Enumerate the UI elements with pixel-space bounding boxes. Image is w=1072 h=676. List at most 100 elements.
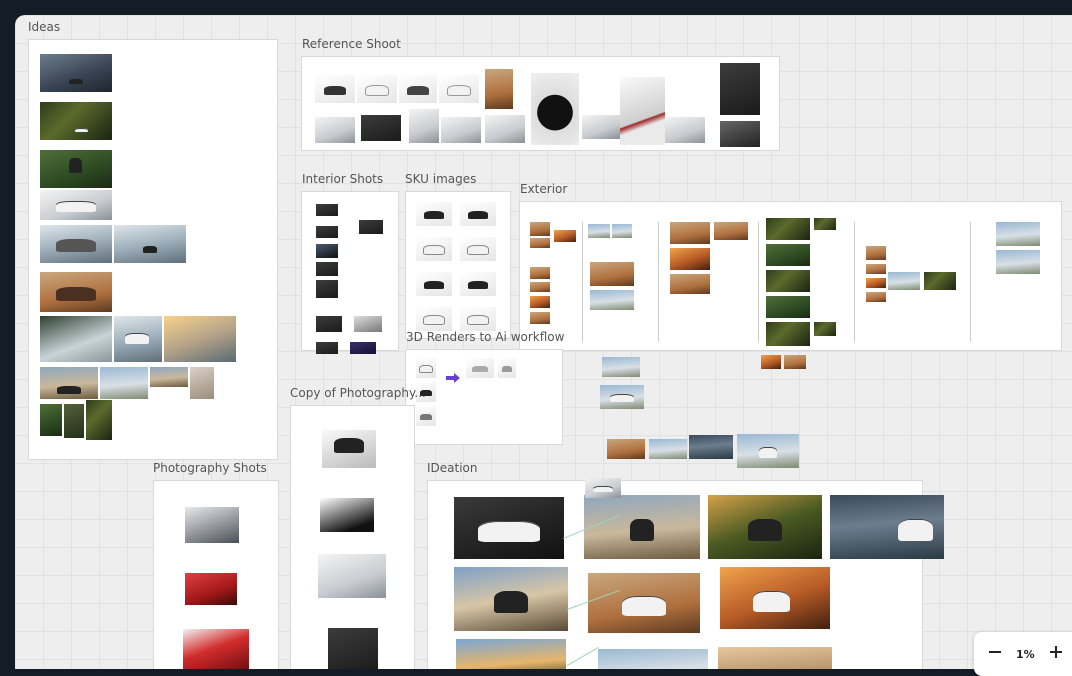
reference-image[interactable] bbox=[720, 63, 760, 115]
exterior-image[interactable] bbox=[866, 278, 886, 288]
sku-image[interactable] bbox=[460, 202, 496, 226]
exterior-image[interactable] bbox=[866, 264, 886, 274]
idea-image[interactable] bbox=[64, 404, 84, 438]
sku-image[interactable] bbox=[460, 237, 496, 261]
reference-image[interactable] bbox=[361, 115, 401, 141]
reference-image[interactable] bbox=[357, 75, 397, 103]
photography-image[interactable] bbox=[328, 628, 378, 669]
ideation-image[interactable] bbox=[708, 495, 822, 559]
interior-image[interactable] bbox=[350, 342, 376, 354]
exterior-image[interactable] bbox=[612, 224, 632, 238]
idea-image[interactable] bbox=[40, 190, 112, 220]
canvas-image[interactable] bbox=[602, 357, 640, 377]
interior-image[interactable] bbox=[316, 316, 342, 332]
exterior-image[interactable] bbox=[766, 322, 810, 346]
exterior-image[interactable] bbox=[996, 222, 1040, 246]
zoom-in-icon[interactable] bbox=[1049, 645, 1063, 663]
render-image[interactable] bbox=[498, 358, 516, 378]
render-image[interactable] bbox=[416, 358, 436, 378]
ideation-image[interactable] bbox=[454, 567, 568, 631]
exterior-image[interactable] bbox=[766, 270, 810, 292]
idea-image[interactable] bbox=[150, 367, 188, 387]
canvas-image[interactable] bbox=[784, 355, 806, 369]
photography-image[interactable] bbox=[318, 554, 386, 598]
interior-image[interactable] bbox=[354, 316, 382, 332]
sku-image[interactable] bbox=[416, 237, 452, 261]
exterior-image[interactable] bbox=[766, 218, 810, 240]
exterior-image[interactable] bbox=[670, 248, 710, 270]
idea-image[interactable] bbox=[86, 400, 112, 440]
ideation-image[interactable] bbox=[718, 647, 832, 669]
interior-image[interactable] bbox=[316, 204, 338, 216]
canvas-image[interactable] bbox=[689, 435, 733, 459]
exterior-image[interactable] bbox=[530, 282, 550, 292]
frame-ideas[interactable] bbox=[28, 39, 278, 460]
frame-title-copy-photography[interactable]: Copy of Photography... bbox=[290, 386, 426, 400]
interior-image[interactable] bbox=[316, 262, 338, 276]
sku-image[interactable] bbox=[460, 307, 496, 331]
idea-image[interactable] bbox=[190, 367, 214, 399]
frame-title-ideation[interactable]: IDeation bbox=[427, 461, 478, 475]
ideation-image[interactable] bbox=[584, 495, 700, 559]
frame-title-sku-images[interactable]: SKU images bbox=[405, 172, 476, 186]
idea-image[interactable] bbox=[40, 225, 112, 263]
exterior-image[interactable] bbox=[714, 222, 748, 240]
reference-image[interactable] bbox=[485, 115, 525, 143]
frame-title-photography-shots[interactable]: Photography Shots bbox=[153, 461, 267, 475]
canvas-image[interactable] bbox=[649, 439, 687, 459]
reference-image[interactable] bbox=[315, 75, 355, 103]
exterior-image[interactable] bbox=[590, 262, 634, 286]
exterior-image[interactable] bbox=[996, 250, 1040, 274]
ideation-image[interactable] bbox=[454, 497, 564, 559]
idea-image[interactable] bbox=[40, 404, 62, 436]
render-image[interactable] bbox=[416, 406, 436, 426]
canvas-image[interactable] bbox=[737, 434, 799, 468]
idea-image[interactable] bbox=[100, 367, 148, 399]
exterior-image[interactable] bbox=[530, 238, 550, 248]
frame-reference-shoot[interactable] bbox=[301, 56, 780, 151]
sku-image[interactable] bbox=[416, 272, 452, 296]
idea-image[interactable] bbox=[114, 225, 186, 263]
frame-title-exterior[interactable]: Exterior bbox=[520, 182, 567, 196]
reference-image[interactable] bbox=[485, 69, 513, 109]
interior-image[interactable] bbox=[316, 244, 338, 258]
photography-image[interactable] bbox=[183, 629, 249, 669]
exterior-image[interactable] bbox=[766, 296, 810, 318]
idea-image[interactable] bbox=[40, 150, 112, 188]
reference-image[interactable] bbox=[441, 117, 481, 143]
idea-image[interactable] bbox=[164, 316, 236, 362]
exterior-image[interactable] bbox=[530, 296, 550, 308]
idea-image[interactable] bbox=[114, 316, 162, 362]
frame-title-ideas[interactable]: Ideas bbox=[28, 20, 60, 34]
reference-image[interactable] bbox=[620, 77, 665, 145]
exterior-image[interactable] bbox=[530, 312, 550, 324]
ideation-image[interactable] bbox=[598, 649, 708, 669]
sku-image[interactable] bbox=[460, 272, 496, 296]
idea-image[interactable] bbox=[40, 367, 98, 399]
frame-ideation[interactable] bbox=[427, 480, 944, 669]
frame-title-renders-workflow[interactable]: 3D Renders to Ai workflow bbox=[406, 330, 564, 344]
render-image[interactable] bbox=[466, 358, 494, 378]
idea-image[interactable] bbox=[40, 272, 112, 312]
reference-image[interactable] bbox=[531, 73, 579, 145]
photography-image[interactable] bbox=[322, 430, 376, 468]
idea-image[interactable] bbox=[40, 316, 112, 362]
frame-photography-shots[interactable] bbox=[153, 480, 279, 669]
interior-image[interactable] bbox=[359, 220, 383, 234]
idea-image[interactable] bbox=[40, 54, 112, 92]
zoom-level[interactable]: 1% bbox=[1016, 648, 1035, 661]
photography-image[interactable] bbox=[185, 573, 237, 605]
ideation-image[interactable] bbox=[456, 639, 566, 669]
reference-image[interactable] bbox=[439, 75, 479, 103]
interior-image[interactable] bbox=[316, 342, 338, 354]
sku-image[interactable] bbox=[416, 202, 452, 226]
sku-image[interactable] bbox=[416, 307, 452, 331]
exterior-image[interactable] bbox=[670, 222, 710, 244]
reference-image[interactable] bbox=[315, 117, 355, 143]
reference-image[interactable] bbox=[720, 121, 760, 147]
frame-title-interior-shots[interactable]: Interior Shots bbox=[302, 172, 383, 186]
whiteboard-canvas[interactable]: Ideas Reference Shoot Interior Shots SKU… bbox=[15, 15, 1072, 669]
frame-copy-photography[interactable] bbox=[290, 405, 415, 669]
exterior-image[interactable] bbox=[530, 267, 550, 279]
photography-image[interactable] bbox=[185, 507, 239, 543]
